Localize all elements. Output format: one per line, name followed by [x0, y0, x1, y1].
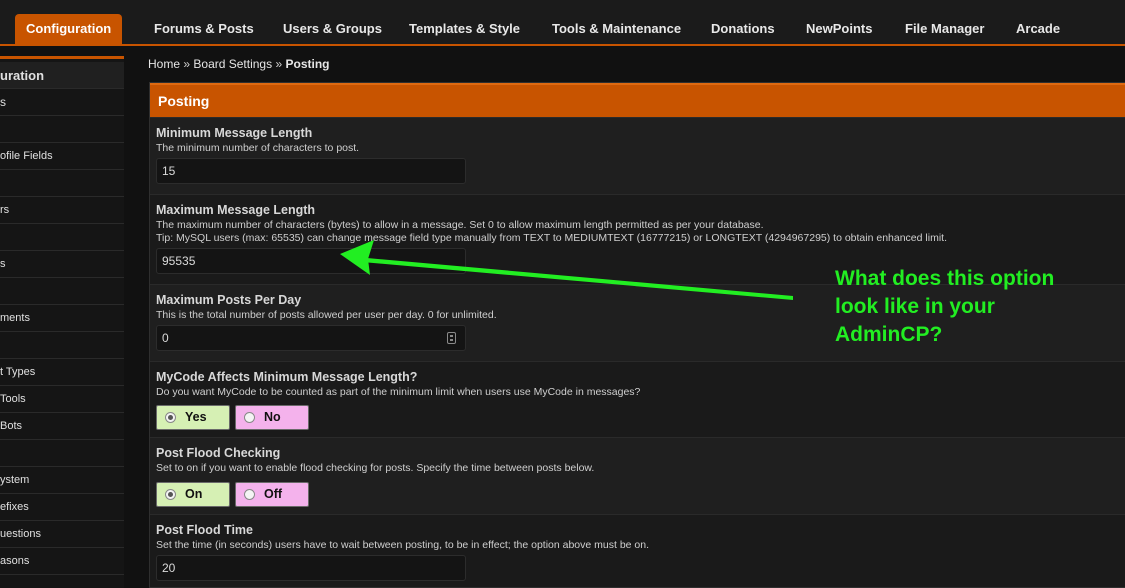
annotation-line: AdminCP? [835, 323, 943, 346]
annotation-text: What does this option look like in your … [835, 265, 1105, 349]
annotation-line: look like in your [835, 295, 995, 318]
annotation-line: What does this option [835, 267, 1055, 290]
